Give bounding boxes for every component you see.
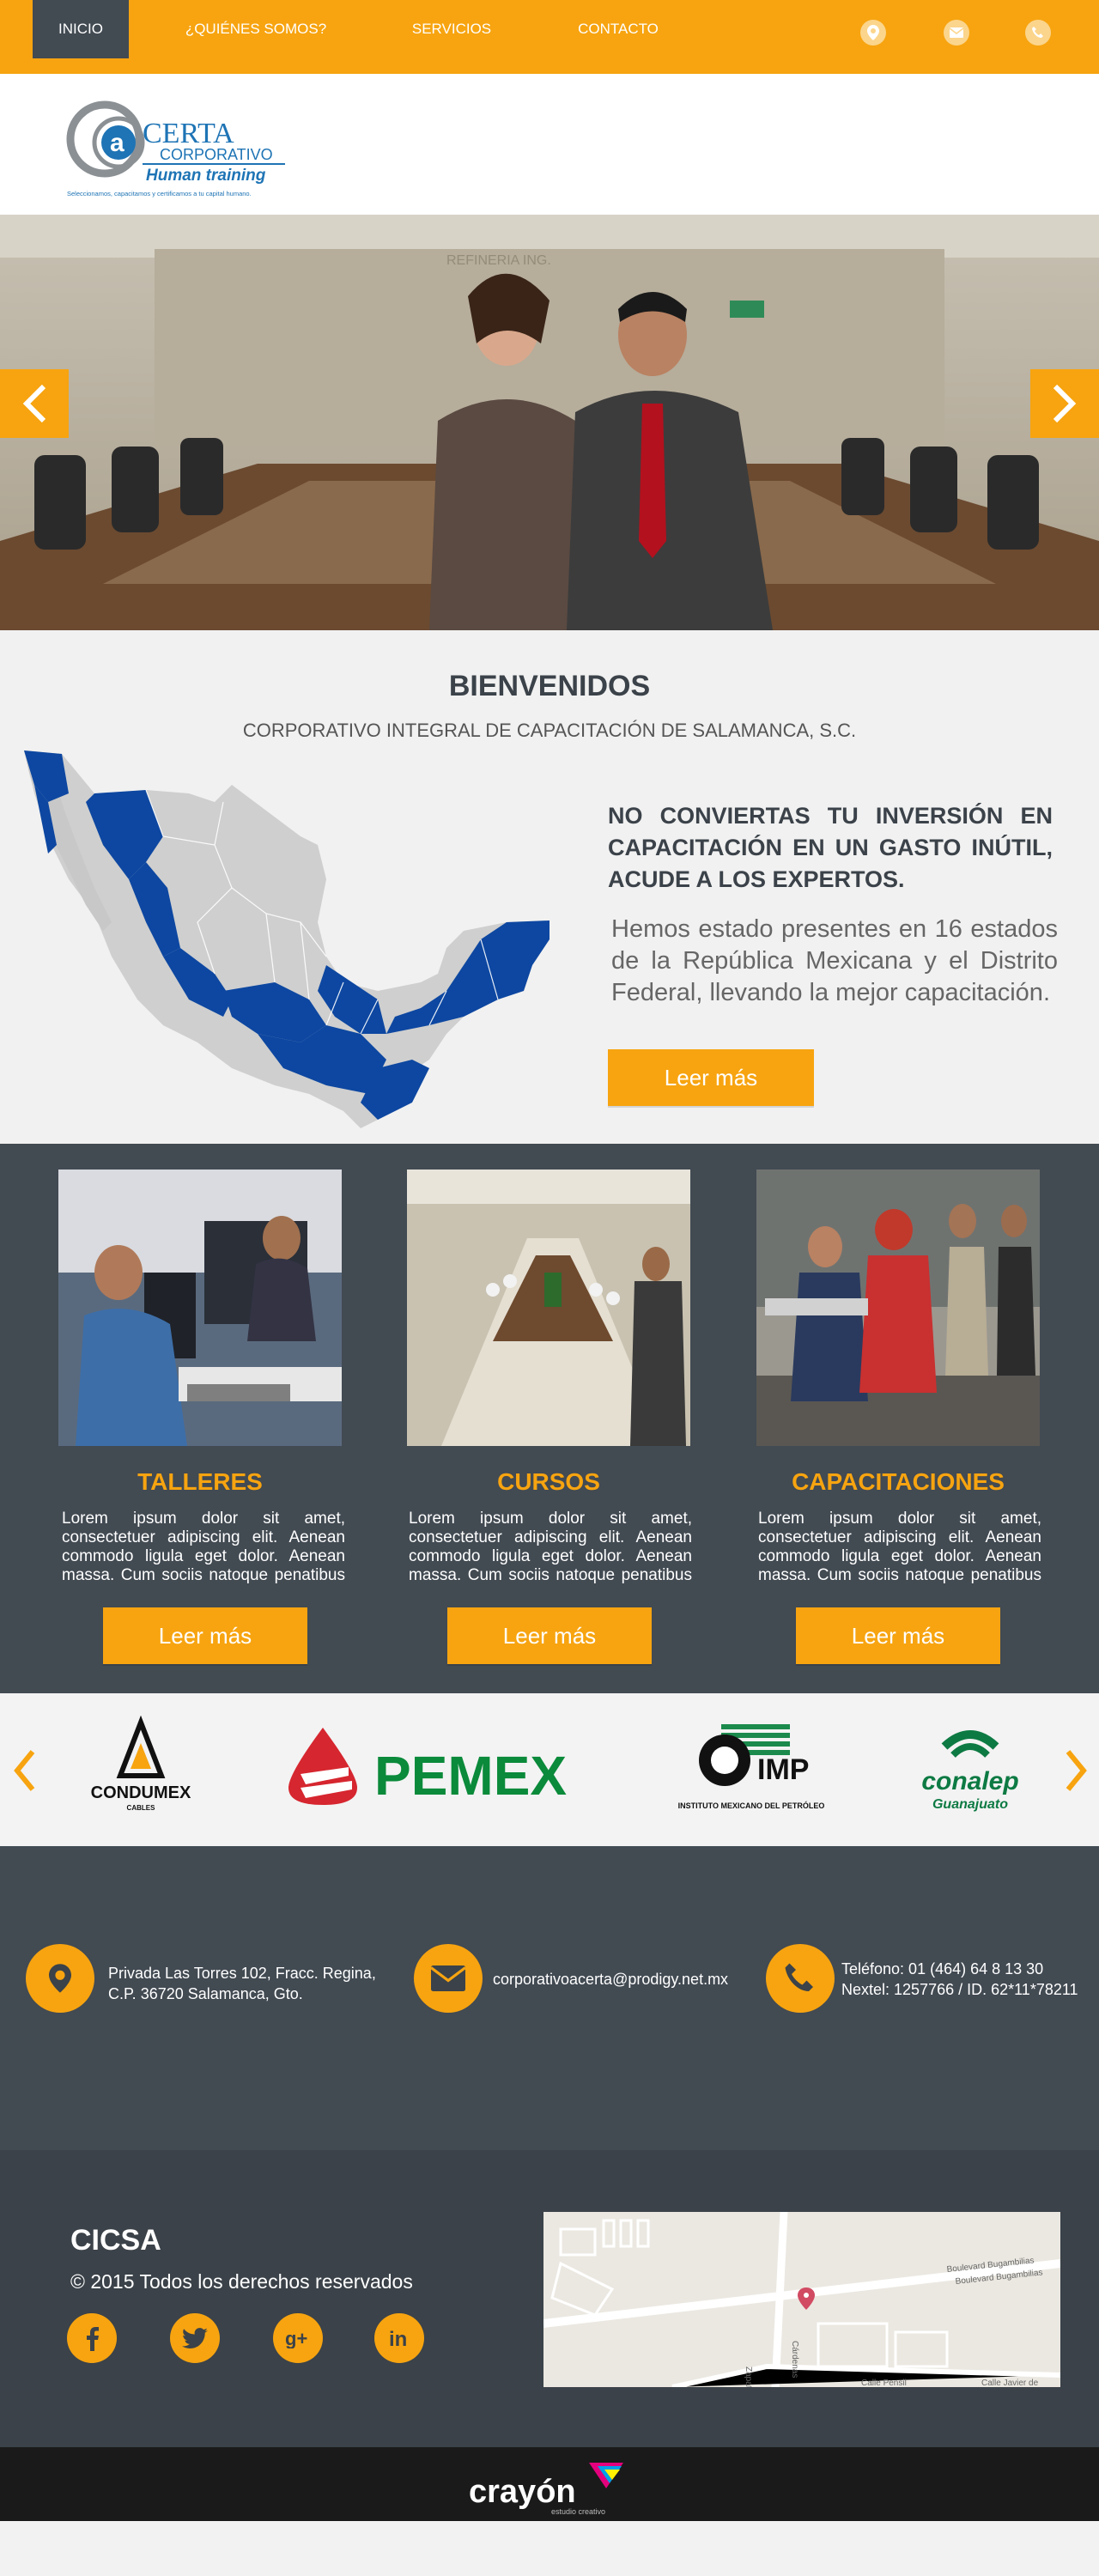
svg-text:a: a	[110, 129, 124, 157]
welcome-title: BIENVENIDOS	[448, 670, 651, 702]
svg-text:REFINERIA ING.: REFINERIA ING.	[446, 253, 551, 268]
talleres-read-more-button[interactable]: Leer más	[103, 1607, 307, 1664]
acerta-logo[interactable]: a CERTA CORPORATIVO Human training Selec…	[65, 91, 288, 198]
svg-text:Guanajuato: Guanajuato	[932, 1797, 1008, 1812]
service-text-cursos: Lorem ipsum dolor sit amet, consectetuer…	[409, 1510, 692, 1584]
mexico-map	[24, 750, 550, 1128]
linkedin-icon[interactable]: in	[374, 2313, 424, 2363]
nav-item-quienes-somos[interactable]: ¿QUIÉNES SOMOS?	[172, 0, 340, 58]
clients-prev-button[interactable]	[7, 1745, 41, 1796]
map-graphic: Boulevard Bugambilias Boulevard Bugambil…	[543, 2212, 1060, 2387]
svg-text:g+: g+	[285, 2328, 307, 2348]
welcome-section: BIENVENIDOS CORPORATIVO INTEGRAL DE CAPA…	[0, 630, 1099, 1144]
contact-phone: Teléfono: 01 (464) 64 8 13 30	[841, 1960, 1044, 1978]
conalep-logo[interactable]: conalep Guanajuato	[910, 1717, 1039, 1820]
svg-text:CONDUMEX: CONDUMEX	[91, 1783, 191, 1802]
svg-text:Seleccionamos, capacitamos y c: Seleccionamos, capacitamos y certificamo…	[67, 190, 252, 197]
svg-text:IMP: IMP	[757, 1753, 809, 1786]
footer-copyright: © 2015 Todos los derechos reservados	[70, 2270, 413, 2293]
clients-carousel: CONDUMEX CABLES PEMEX IMP INSTITUTO MEXI…	[0, 1693, 1099, 1846]
site-header: a CERTA CORPORATIVO Human training Selec…	[0, 74, 1099, 215]
capacitaciones-read-more-button[interactable]: Leer más	[796, 1607, 1000, 1664]
chevron-right-icon	[1053, 384, 1077, 423]
imp-logo[interactable]: IMP INSTITUTO MEXICANO DEL PETRÓLEO	[678, 1717, 824, 1817]
welcome-subtitle: CORPORATIVO INTEGRAL DE CAPACITACIÓN DE …	[242, 720, 857, 741]
contact-section: Privada Las Torres 102, Fracc. Regina, C…	[0, 1846, 1099, 2150]
service-text-capacitaciones: Lorem ipsum dolor sit amet, consectetuer…	[758, 1510, 1041, 1584]
brand-bar: crayón estudio creativo	[0, 2447, 1099, 2576]
contact-email[interactable]: corporativoacerta@prodigy.net.mx	[493, 1969, 750, 1990]
twitter-icon[interactable]	[170, 2313, 220, 2363]
welcome-read-more-button[interactable]: Leer más	[608, 1049, 814, 1106]
condumex-logo[interactable]: CONDUMEX CABLES	[72, 1716, 209, 1819]
svg-text:INSTITUTO MEXICANO DEL PETRÓLE: INSTITUTO MEXICANO DEL PETRÓLEO	[678, 1801, 824, 1810]
service-title-cursos: CURSOS	[497, 1468, 600, 1495]
contact-address: Privada Las Torres 102, Fracc. Regina, C…	[108, 1965, 376, 2002]
footer-title: CICSA	[70, 2224, 161, 2257]
service-title-talleres: TALLERES	[137, 1468, 263, 1495]
services-section: TALLERES CURSOS CAPACITACIONES Lorem ips…	[0, 1144, 1099, 1693]
welcome-body: Hemos estado presentes en 16 estados de …	[611, 915, 1058, 1006]
nav-item-contacto[interactable]: CONTACTO	[567, 0, 670, 58]
svg-text:conalep: conalep	[921, 1767, 1018, 1795]
cursos-read-more-button[interactable]: Leer más	[447, 1607, 652, 1664]
mail-icon[interactable]	[944, 20, 969, 46]
site-footer: CICSA © 2015 Todos los derechos reservad…	[0, 2150, 1099, 2447]
chevron-left-icon	[22, 384, 46, 423]
svg-text:estudio creativo: estudio creativo	[551, 2507, 605, 2516]
nav-item-servicios[interactable]: SERVICIOS	[400, 0, 503, 58]
crayon-logo[interactable]: crayón estudio creativo	[469, 2454, 641, 2519]
nav-item-inicio[interactable]: INICIO	[33, 0, 129, 58]
svg-text:Calle Javier de: Calle Javier de	[981, 2379, 1039, 2387]
location-icon[interactable]	[860, 20, 886, 46]
location-map[interactable]: Boulevard Bugambilias Boulevard Bugambil…	[543, 2212, 1060, 2387]
svg-text:in: in	[389, 2328, 407, 2349]
svg-text:Calle Pensil: Calle Pensil	[861, 2379, 907, 2387]
clients-next-button[interactable]	[1060, 1745, 1094, 1796]
google-plus-icon[interactable]: g+	[273, 2313, 323, 2363]
hero-slider: REFINERIA ING.	[0, 215, 1099, 630]
slider-next-button[interactable]	[1030, 369, 1099, 438]
address-location-icon	[26, 1944, 94, 2013]
phone-icon[interactable]	[1025, 20, 1051, 46]
svg-text:Human training: Human training	[146, 167, 266, 185]
svg-text:Cárdenas: Cárdenas	[790, 2341, 799, 2378]
top-navbar: INICIO ¿QUIÉNES SOMOS? SERVICIOS CONTACT…	[0, 0, 1099, 74]
contact-nextel: Nextel: 1257766 / ID. 62*11*78211	[841, 1981, 1078, 1998]
capacitaciones-photo	[756, 1170, 1040, 1446]
contact-mail-icon	[414, 1944, 483, 2013]
svg-text:CORPORATIVO: CORPORATIVO	[160, 146, 273, 163]
welcome-headline: NO CONVIERTAS TU INVERSIÓN EN CAPACITACI…	[608, 803, 1053, 892]
svg-text:crayón: crayón	[469, 2474, 576, 2510]
contact-phone-icon	[766, 1944, 835, 2013]
pemex-logo[interactable]: PEMEX	[280, 1722, 598, 1808]
page-bottom-strip	[0, 2521, 1099, 2576]
facebook-icon[interactable]	[67, 2313, 117, 2363]
svg-text:PEMEX: PEMEX	[374, 1745, 567, 1807]
slider-prev-button[interactable]	[0, 369, 69, 438]
talleres-photo	[58, 1170, 342, 1446]
svg-text:CERTA: CERTA	[143, 118, 234, 149]
svg-text:CABLES: CABLES	[127, 1804, 156, 1812]
service-title-capacitaciones: CAPACITACIONES	[792, 1468, 1005, 1495]
service-text-talleres: Lorem ipsum dolor sit amet, consectetuer…	[62, 1510, 345, 1584]
hero-photo: REFINERIA ING.	[0, 215, 1099, 630]
svg-text:Zapata: Zapata	[744, 2366, 753, 2387]
cursos-photo	[407, 1170, 690, 1446]
